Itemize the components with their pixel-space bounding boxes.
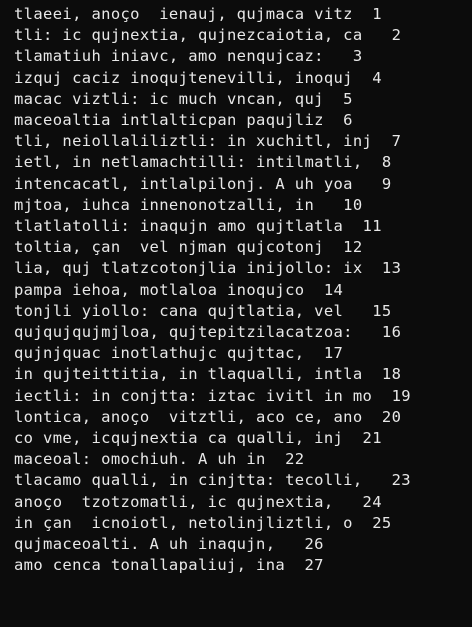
terminal-window[interactable]: tlaeei, anoço ienauj, qujmaca vitz 1 tli… (0, 0, 472, 627)
text-line-5: macac viztli: ic much vncan, quj 5 (14, 89, 353, 108)
text-line-21: co vme, icqujnextia ca qualli, inj 21 (14, 429, 382, 448)
text-line-27: amo cenca tonallapaliuj, ina 27 (14, 556, 324, 575)
text-line-11: tlatlatolli: inaqujn amo qujtlatla 11 (14, 217, 382, 236)
text-line-1: tlaeei, anoço ienauj, qujmaca vitz 1 (14, 5, 382, 23)
text-line-3: tlamatiuh iniavc, amo nenqujcaz: 3 (14, 47, 363, 66)
text-line-25: in çan icnoiotl, netolinjliztli, o 25 (14, 513, 392, 532)
text-line-26: qujmaceoalti. A uh inaqujn, 26 (14, 535, 324, 554)
text-line-12: toltia, çan vel njman qujcotonj 12 (14, 238, 363, 257)
text-line-2: tli: ic qujnextia, qujnezcaiotia, ca 2 (14, 26, 402, 45)
text-line-10: mjtoa, iuhca innenonotzalli, in 10 (14, 195, 363, 214)
text-line-4: izquj caciz inoqujtenevilli, inoquj 4 (14, 68, 382, 87)
text-line-8: ietl, in netlamachtilli: intilmatli, 8 (14, 153, 392, 172)
text-line-6: maceoaltia intlalticpan paqujliz 6 (14, 111, 353, 130)
text-line-14: pampa iehoa, motlaloa inoqujco 14 (14, 280, 344, 299)
text-line-18: in qujteittitia, in tlaqualli, intla 18 (14, 365, 402, 384)
text-line-15: tonjli yiollo: cana qujtlatia, vel 15 (14, 301, 392, 320)
text-line-23: tlacamo qualli, in cinjtta: tecolli, 23 (14, 471, 411, 490)
text-line-9: intencacatl, intlalpilonj. A uh yoa 9 (14, 174, 392, 193)
text-line-13: lia, quj tlatzcotonjlia inijollo: ix 13 (14, 259, 402, 278)
text-line-16: qujqujqujmjloa, qujtepitzilacatzoa: 16 (14, 323, 402, 342)
text-line-17: qujnjquac inotlathujc qujttac, 17 (14, 344, 344, 363)
text-line-19: iectli: in conjtta: iztac ivitl in mo 19 (14, 386, 411, 405)
text-line-24: anoço tzotzomatli, ic qujnextia, 24 (14, 492, 382, 511)
text-line-20: lontica, anoço vitztli, aco ce, ano 20 (14, 407, 402, 426)
text-line-7: tli, neiollaliliztli: in xuchitl, inj 7 (14, 132, 402, 151)
text-line-22: maceoal: omochiuh. A uh in 22 (14, 450, 305, 469)
